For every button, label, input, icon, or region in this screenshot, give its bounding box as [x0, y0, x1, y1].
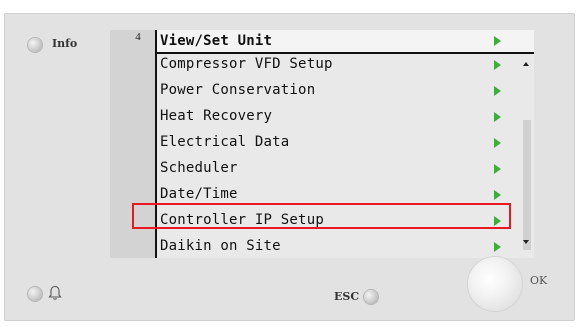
esc-label: ESC [334, 290, 360, 303]
esc-button[interactable] [364, 290, 378, 304]
scroll-up-icon[interactable] [523, 62, 529, 66]
arrow-right-icon [494, 60, 501, 70]
list-item-label: Electrical Data [160, 134, 290, 150]
lcd-screen: 4 View/Set Unit Compressor VFD Setup Pow… [110, 30, 534, 258]
list-item-label: Heat Recovery [160, 108, 273, 124]
title-arrow-icon [494, 36, 501, 46]
scrollbar-thumb[interactable] [523, 120, 531, 250]
list-item-label: Scheduler [160, 160, 238, 176]
arrow-right-icon [494, 242, 501, 252]
selection-highlight [132, 203, 511, 229]
list-item-label: Power Conservation [160, 82, 316, 98]
arrow-right-icon [494, 86, 501, 96]
arrow-right-icon [494, 138, 501, 148]
bell-icon[interactable] [48, 285, 62, 301]
info-label: Info [52, 37, 78, 50]
screen-divider-horizontal [155, 52, 534, 54]
scroll-down-icon[interactable] [523, 240, 529, 244]
screen-title: View/Set Unit [160, 33, 273, 49]
ok-button[interactable] [468, 257, 522, 311]
ok-label: OK [530, 274, 548, 287]
info-led[interactable] [28, 38, 42, 52]
arrow-right-icon [494, 112, 501, 122]
list-item-label: Daikin on Site [160, 238, 281, 254]
list-item-label: Compressor VFD Setup [160, 56, 333, 72]
alarm-led[interactable] [28, 287, 42, 301]
list-item-label: Date/Time [160, 186, 238, 202]
arrow-right-icon [494, 190, 501, 200]
arrow-right-icon [494, 164, 501, 174]
hmi-device: Info 4 View/Set Unit Compressor VFD Setu… [0, 0, 581, 327]
page-number: 4 [135, 31, 141, 43]
